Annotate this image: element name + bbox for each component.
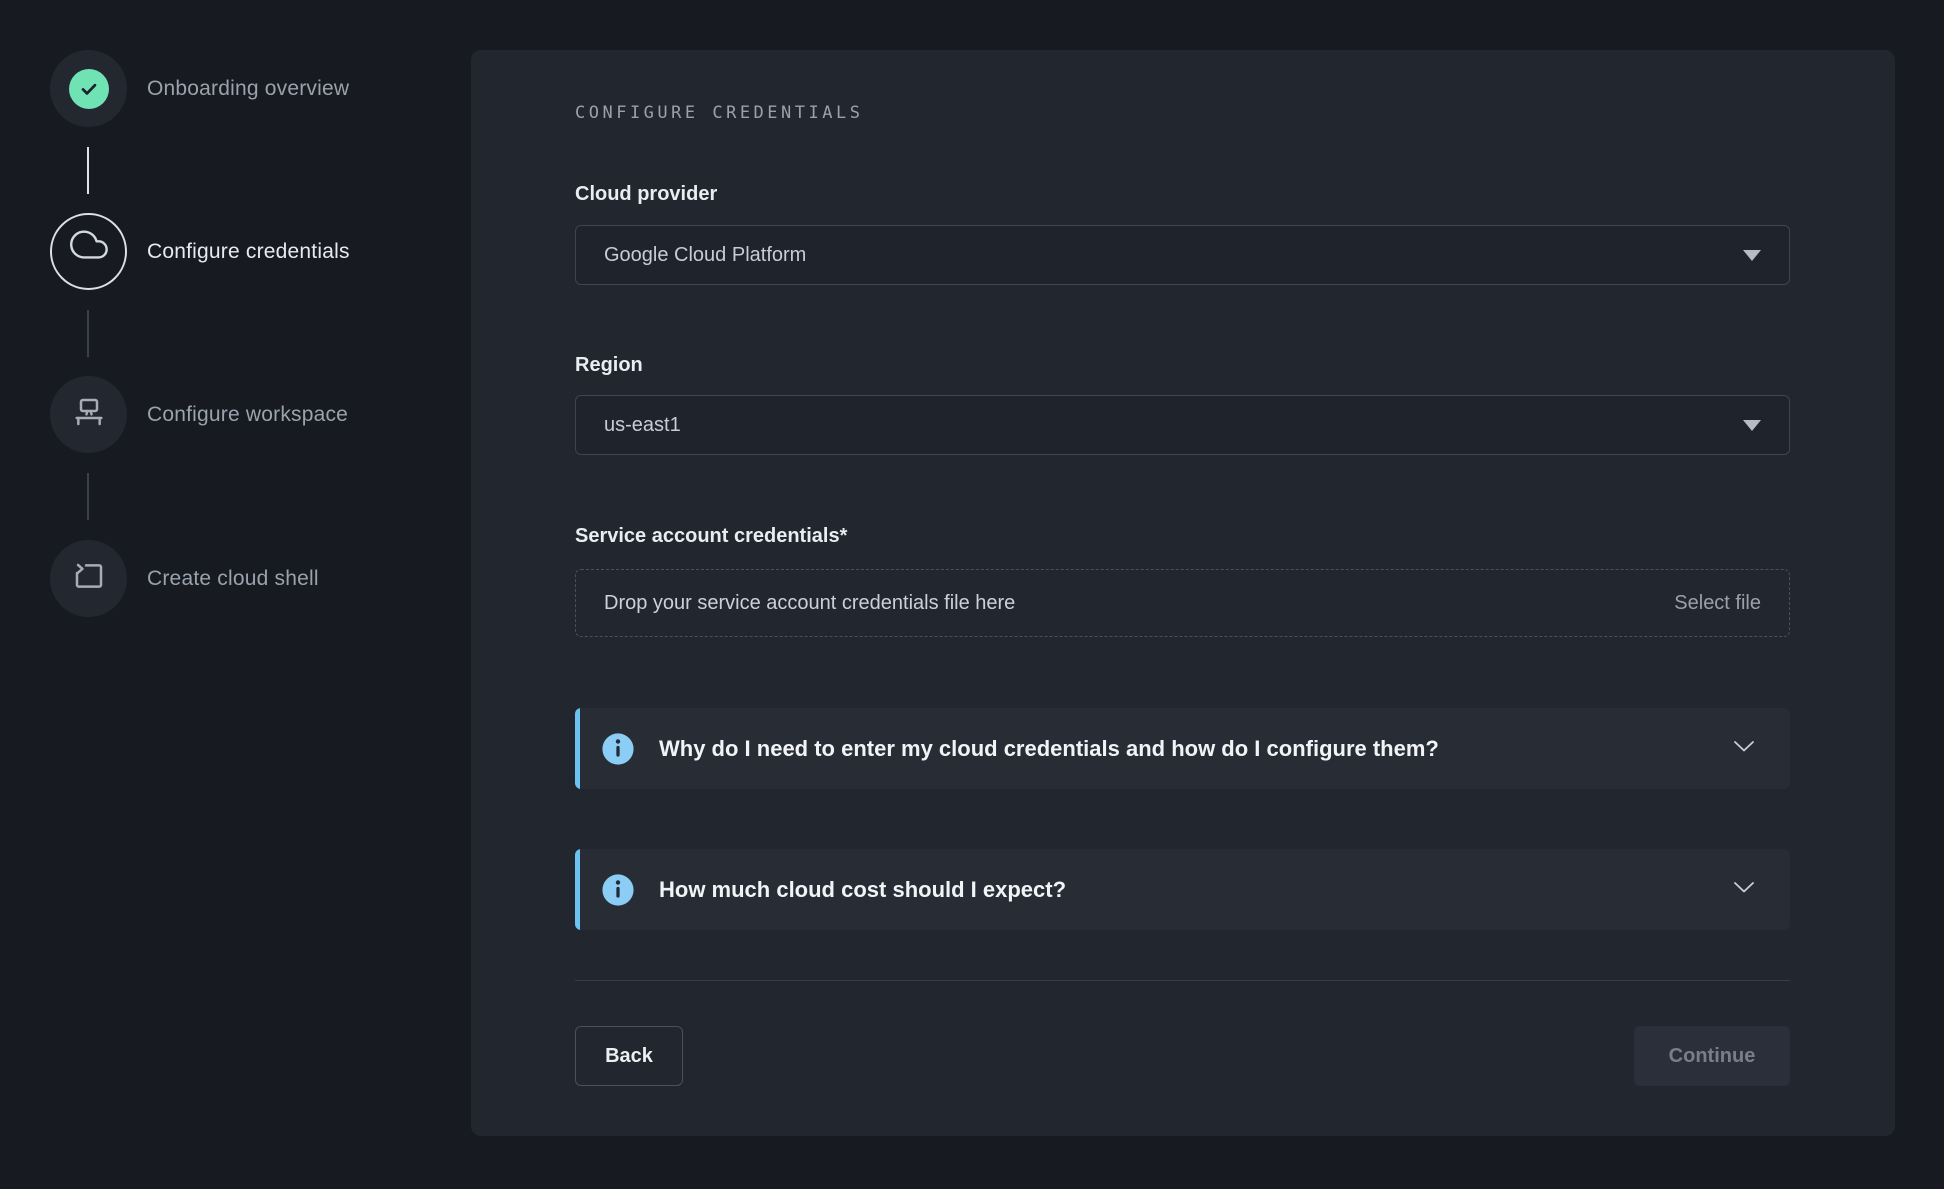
cloud-icon [68, 228, 110, 275]
step-connector-done [87, 147, 89, 194]
accent-bar [575, 708, 580, 789]
step-configure-workspace[interactable]: Configure workspace [50, 376, 348, 453]
footer-divider [575, 980, 1790, 981]
step-connector [87, 310, 89, 357]
dropdown-caret-icon [1743, 250, 1761, 261]
step-label: Create cloud shell [147, 567, 319, 591]
chevron-down-icon [1733, 740, 1755, 758]
region-select[interactable]: us-east1 [575, 395, 1790, 455]
cloud-provider-value: Google Cloud Platform [604, 244, 1743, 267]
faq-question: Why do I need to enter my cloud credenti… [659, 736, 1439, 762]
faq-cost-accordion[interactable]: How much cloud cost should I expect? [575, 849, 1790, 930]
step-label: Configure credentials [147, 240, 350, 264]
faq-credentials-accordion[interactable]: Why do I need to enter my cloud credenti… [575, 708, 1790, 789]
dropdown-caret-icon [1743, 420, 1761, 431]
info-icon [601, 873, 635, 907]
step-onboarding-overview[interactable]: Onboarding overview [50, 50, 349, 127]
info-icon [601, 732, 635, 766]
step-connector [87, 473, 89, 520]
dropzone-hint: Drop your service account credentials fi… [604, 592, 1015, 615]
continue-button[interactable]: Continue [1634, 1026, 1790, 1086]
step-label: Onboarding overview [147, 77, 349, 101]
select-file-button[interactable]: Select file [1674, 592, 1761, 615]
region-label: Region [575, 354, 643, 377]
accent-bar [575, 849, 580, 930]
credentials-file-dropzone[interactable]: Drop your service account credentials fi… [575, 569, 1790, 637]
configure-credentials-panel: CONFIGURE CREDENTIALS Cloud provider Goo… [471, 50, 1895, 1136]
step-configure-credentials[interactable]: Configure credentials [50, 213, 350, 290]
cloud-provider-label: Cloud provider [575, 183, 717, 206]
onboarding-stepper: Onboarding overview Configure credential… [0, 0, 471, 1189]
faq-question: How much cloud cost should I expect? [659, 877, 1066, 903]
terminal-icon [69, 556, 109, 601]
step-label: Configure workspace [147, 403, 348, 427]
service-account-credentials-label: Service account credentials* [575, 525, 847, 548]
step-create-cloud-shell[interactable]: Create cloud shell [50, 540, 319, 617]
step-circle-upcoming [50, 540, 127, 617]
chevron-down-icon [1733, 881, 1755, 899]
region-value: us-east1 [604, 414, 1743, 437]
cloud-provider-select[interactable]: Google Cloud Platform [575, 225, 1790, 285]
section-heading: CONFIGURE CREDENTIALS [575, 103, 863, 123]
step-circle-upcoming [50, 376, 127, 453]
step-circle-active [50, 213, 127, 290]
check-icon [69, 69, 109, 109]
back-button[interactable]: Back [575, 1026, 683, 1086]
step-circle-completed [50, 50, 127, 127]
workspace-icon [69, 392, 109, 437]
